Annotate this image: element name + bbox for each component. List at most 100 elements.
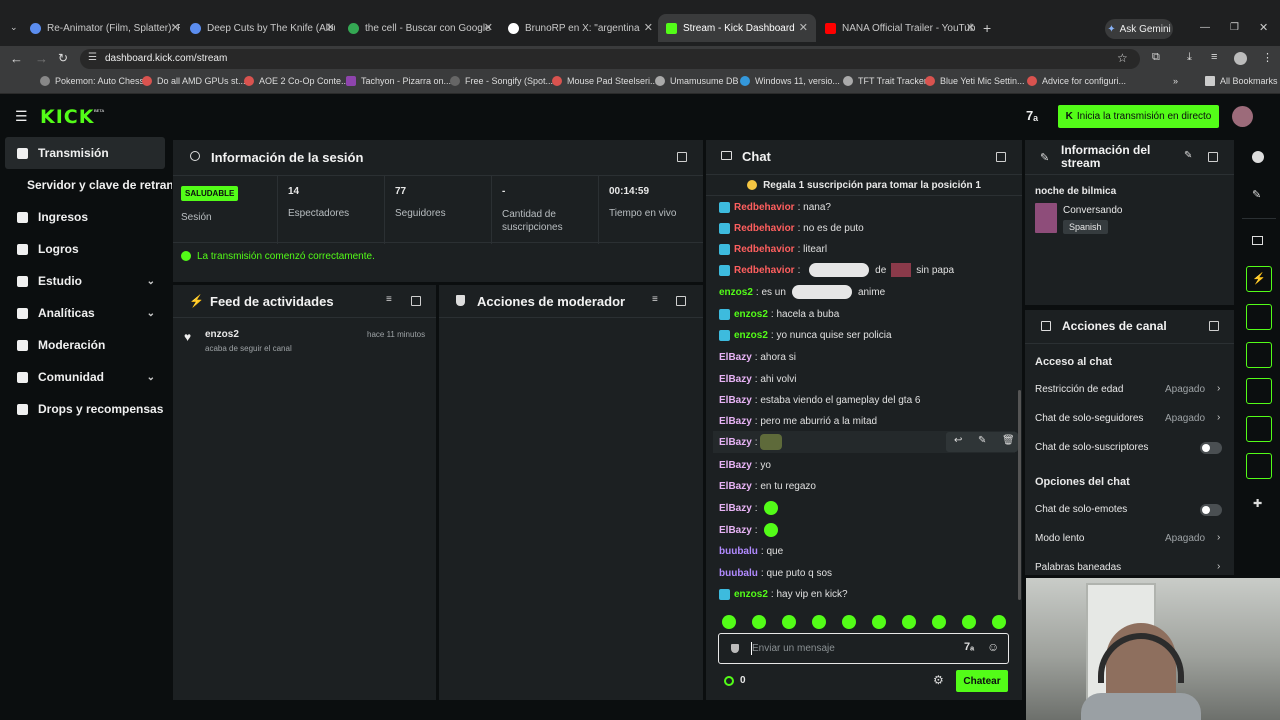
edit-icon[interactable]: ✎ [1252, 188, 1261, 201]
session-icon[interactable] [1246, 378, 1272, 404]
close-icon[interactable]: ✕ [484, 21, 493, 34]
expand-icon[interactable] [411, 296, 421, 306]
kick-logo[interactable]: KICK [40, 106, 94, 128]
emotes-only-toggle[interactable] [1200, 504, 1222, 516]
chat-input-box[interactable]: Enviar un mensaje 7ₐ ☺ [718, 633, 1009, 664]
download-icon[interactable]: ⤓ [1187, 51, 1192, 64]
settings-gear-icon[interactable]: ⚙ [933, 673, 944, 687]
chat-username[interactable]: Redbehavior [734, 223, 795, 234]
close-window-icon[interactable]: ✕ [1259, 21, 1268, 34]
tab-1[interactable]: Re-Animator (Film, Splatter): Re ✕ [30, 14, 180, 42]
chat-username[interactable]: ElBazy [719, 395, 752, 406]
tab-2[interactable]: Deep Cuts by The Knife (Album ✕ [190, 14, 335, 42]
emote-button[interactable] [962, 615, 976, 629]
ask-gemini-button[interactable]: ✦ Ask Gemini [1105, 19, 1173, 39]
sidebar-item-analiticas[interactable]: Analíticas ⌄ [5, 297, 165, 329]
bookmark-item[interactable]: Blue Yeti Mic Settin... [925, 76, 1025, 86]
sidebar-item-transmision[interactable]: Transmisión [5, 137, 165, 169]
reply-icon[interactable]: ↩ [954, 435, 962, 446]
edit-icon[interactable]: ✎ [1184, 150, 1192, 161]
close-icon[interactable]: ✕ [326, 21, 335, 34]
tab-5[interactable]: Stream - Kick Dashboard ✕ [658, 14, 816, 42]
filter-icon[interactable]: ≡ [386, 294, 392, 305]
expand-icon[interactable] [676, 296, 686, 306]
emote-button[interactable] [812, 615, 826, 629]
bookmark-item[interactable]: Pokemon: Auto Chess [40, 76, 144, 86]
chat-username[interactable]: Redbehavior [734, 265, 795, 276]
bookmark-item[interactable]: TFT Trait Tracker [843, 76, 927, 86]
sidebar-item-drops[interactable]: Drops y recompensas [5, 393, 165, 425]
site-info-icon[interactable]: ☰ [88, 52, 97, 63]
chat-username[interactable]: ElBazy [719, 374, 752, 385]
translate-icon[interactable]: 7ₐ [964, 641, 974, 653]
close-icon[interactable]: ✕ [644, 21, 653, 34]
profile-avatar[interactable] [1234, 52, 1247, 65]
gift-banner[interactable]: Regala 1 suscripción para tomar la posic… [706, 174, 1022, 196]
bookmark-item[interactable]: Do all AMD GPUs st... [142, 76, 246, 86]
category-thumbnail[interactable] [1035, 203, 1057, 233]
avatar[interactable] [1232, 106, 1253, 127]
chat-username[interactable]: buubalu [719, 568, 758, 579]
bookmark-item[interactable]: Free - Songify (Spot... [450, 76, 553, 86]
emote-button[interactable] [752, 615, 766, 629]
expand-icon[interactable] [677, 152, 687, 162]
media-icon[interactable]: ≡ [1211, 51, 1217, 63]
new-tab-icon[interactable]: + [983, 20, 991, 36]
sidebar-item-ingresos[interactable]: Ingresos [5, 201, 165, 233]
bookmark-item[interactable]: Windows 11, versio... [740, 76, 840, 86]
hamburger-icon[interactable]: ☰ [15, 108, 28, 125]
delete-icon[interactable]: 🗑 [1002, 435, 1015, 446]
bookmark-item[interactable]: Umamusume DB [655, 76, 739, 86]
sidebar-item-servidor[interactable]: Servidor y clave de retransmisión [5, 169, 172, 201]
chat-username[interactable]: enzos2 [719, 287, 753, 298]
emote-button[interactable] [992, 615, 1006, 629]
chat-username[interactable]: buubalu [719, 546, 758, 557]
chat-username[interactable]: enzos2 [734, 309, 768, 320]
setting-slow-mode[interactable]: Modo lento Apagado › [1035, 532, 1225, 547]
chat-username[interactable]: ElBazy [719, 503, 752, 514]
setting-age-restriction[interactable]: Restricción de edad Apagado › [1035, 383, 1225, 398]
bookmark-item[interactable]: Mouse Pad Steelseri... [552, 76, 658, 86]
sidebar-item-moderacion[interactable]: Moderación [5, 329, 165, 361]
add-widget-icon[interactable]: ✚ [1253, 497, 1262, 510]
emote-button[interactable] [782, 615, 796, 629]
reload-icon[interactable]: ↻ [58, 51, 68, 65]
translate-icon[interactable]: 7ₐ [1026, 108, 1038, 123]
bookmark-item[interactable]: Advice for configuri... [1027, 76, 1126, 86]
chat-username[interactable]: ElBazy [719, 416, 752, 427]
forward-icon[interactable]: → [35, 51, 48, 66]
url-field[interactable]: ☰ dashboard.kick.com/stream ☆ [80, 49, 1140, 69]
expand-icon[interactable] [996, 152, 1006, 162]
setting-banned-words[interactable]: Palabras baneadas › [1035, 561, 1225, 575]
setting-followers-only[interactable]: Chat de solo-seguidores Apagado › [1035, 412, 1225, 427]
document-icon[interactable] [1246, 304, 1272, 330]
channel-icon[interactable] [1246, 416, 1272, 442]
bookmark-star-icon[interactable]: ☆ [1117, 51, 1128, 65]
chat-username[interactable]: Redbehavior [734, 202, 795, 213]
all-bookmarks[interactable]: All Bookmarks [1205, 76, 1278, 86]
chat-username[interactable]: enzos2 [734, 330, 768, 341]
emote-button[interactable] [932, 615, 946, 629]
chat-username[interactable]: Redbehavior [734, 244, 795, 255]
expand-icon[interactable] [1208, 152, 1218, 162]
emote-button[interactable] [842, 615, 856, 629]
expand-icon[interactable] [1209, 321, 1219, 331]
tab-4[interactable]: BrunoRP en X: "argentina ✕ [508, 14, 653, 42]
bookmark-item[interactable]: Tachyon - Pizarra on... [346, 76, 451, 86]
tab-search-icon[interactable]: ⌄ [10, 22, 18, 33]
wrench-icon[interactable] [1246, 453, 1272, 479]
sidebar-item-logros[interactable]: Logros [5, 233, 165, 265]
menu-icon[interactable]: ⋮ [1262, 51, 1273, 64]
chat-username[interactable]: ElBazy [719, 460, 752, 471]
category-name[interactable]: Conversando [1063, 205, 1122, 216]
sidebar-item-comunidad[interactable]: Comunidad ⌄ [5, 361, 165, 393]
chat-username[interactable]: ElBazy [719, 525, 752, 536]
more-bookmarks-icon[interactable]: » [1173, 76, 1178, 86]
info-icon[interactable] [1252, 151, 1264, 163]
close-icon[interactable]: ✕ [171, 21, 180, 34]
go-live-button[interactable]: K Inicia la transmisión en directo [1058, 105, 1219, 128]
chat-username[interactable]: ElBazy [719, 437, 752, 448]
video-icon[interactable] [1252, 236, 1263, 245]
subs-only-toggle[interactable] [1200, 442, 1222, 454]
close-icon[interactable]: ✕ [966, 21, 975, 34]
